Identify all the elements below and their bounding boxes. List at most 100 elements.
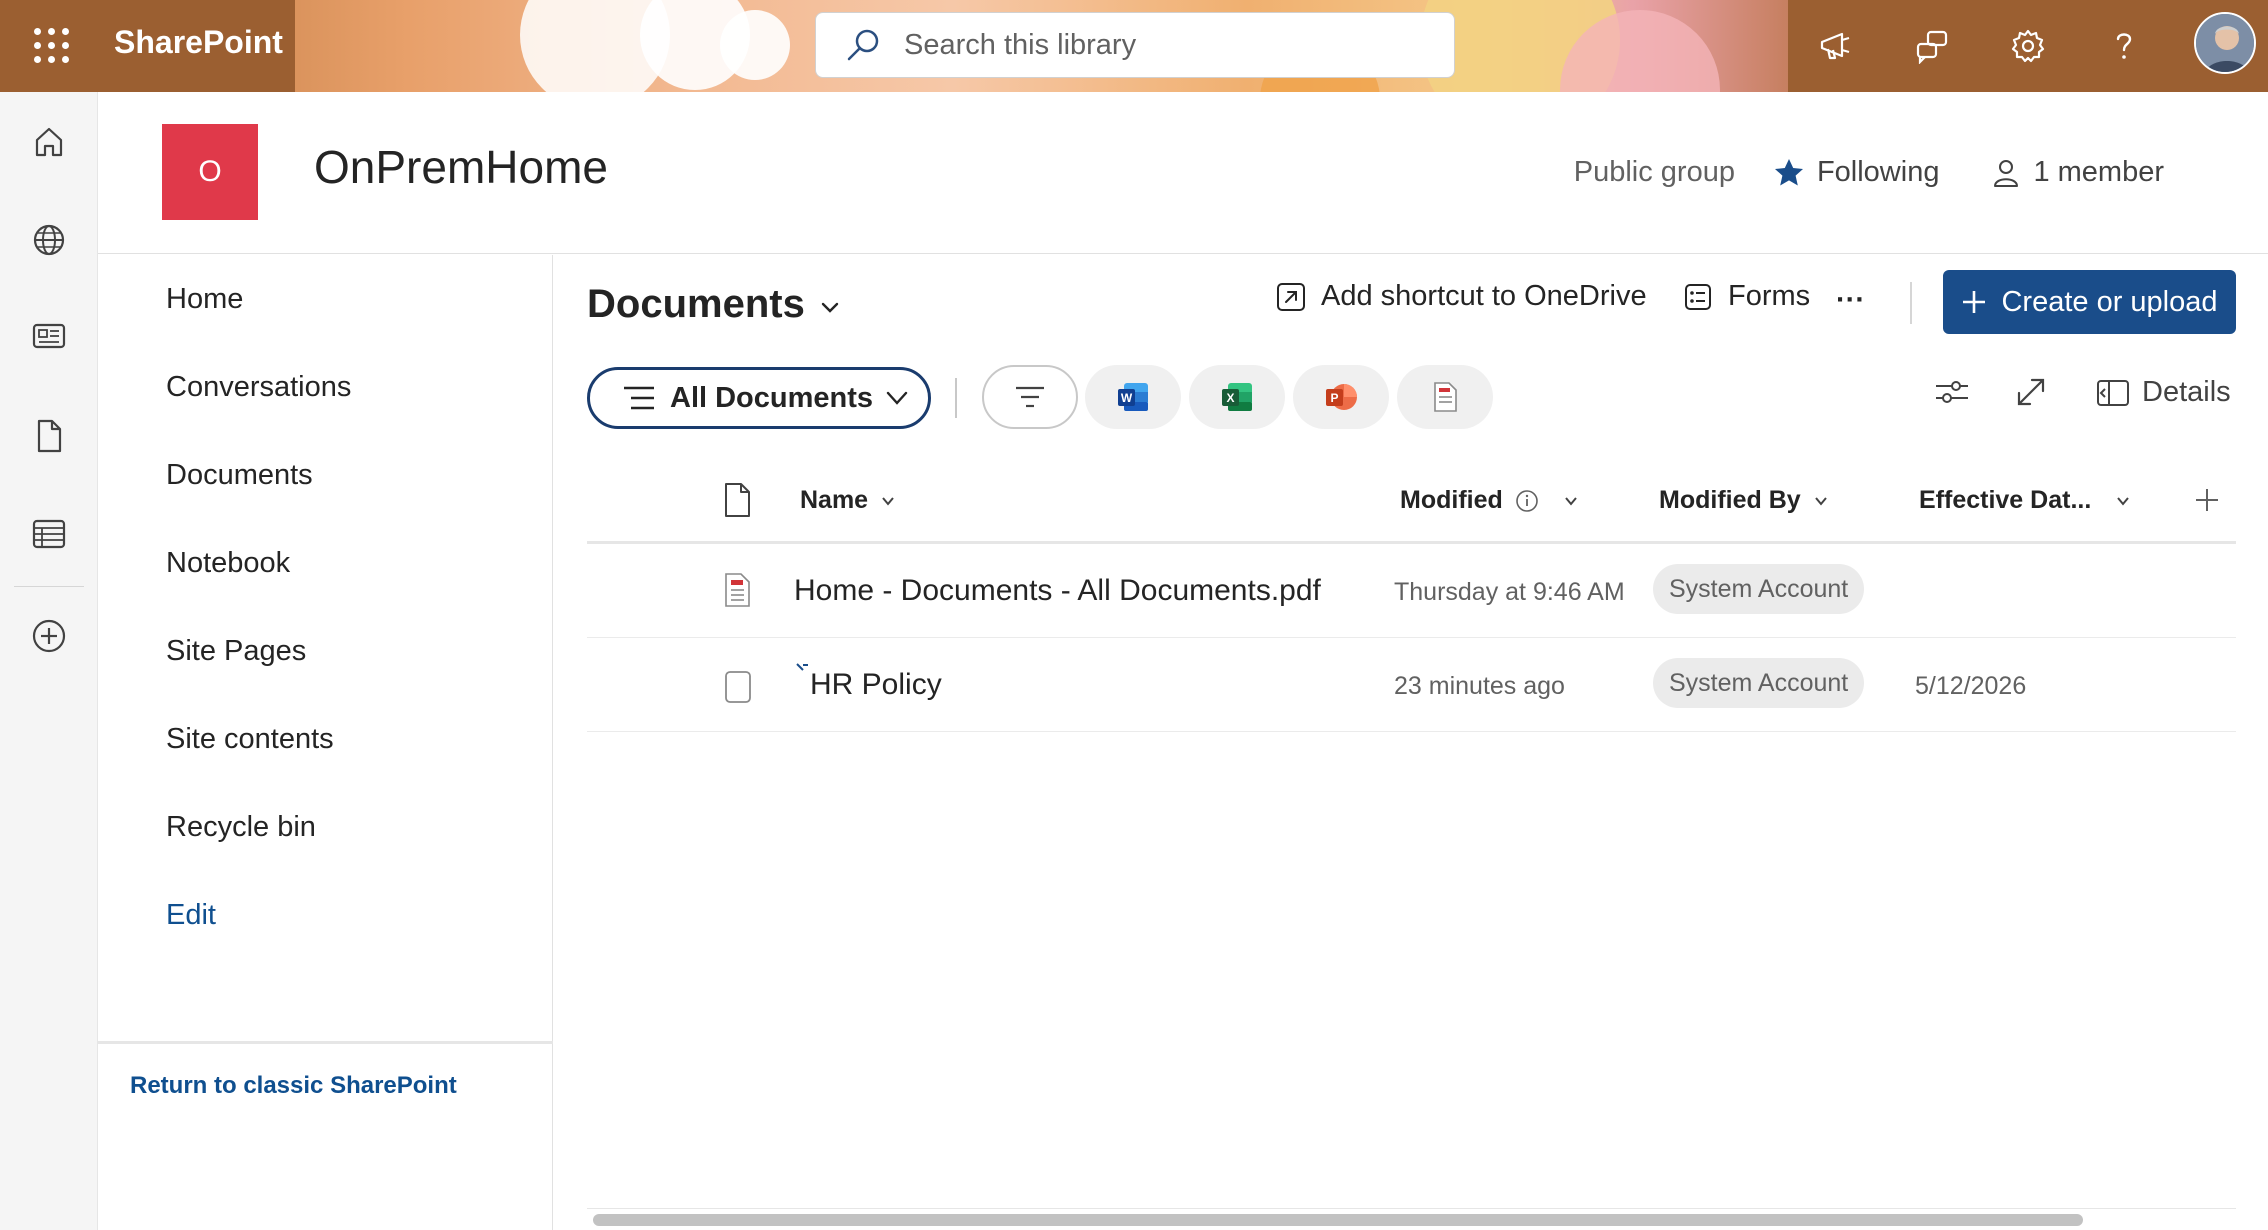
view-options-button[interactable] (1934, 376, 1982, 408)
help-icon[interactable] (2100, 22, 2148, 70)
list-icon[interactable] (27, 512, 71, 556)
details-label: Details (2142, 376, 2231, 408)
search-input[interactable] (904, 28, 1424, 62)
word-filter-chip[interactable]: W (1085, 365, 1181, 429)
excel-filter-chip[interactable]: X (1189, 365, 1285, 429)
follow-button[interactable]: Following (1773, 156, 1940, 189)
effective-date-value: 5/12/2026 (1915, 672, 2027, 700)
column-header-modified[interactable]: Modified (1400, 486, 1579, 515)
chevron-down-icon (882, 496, 894, 506)
view-selector[interactable]: All Documents (587, 367, 931, 429)
file-name-link[interactable]: HR Policy (810, 668, 942, 702)
filter-chip[interactable] (982, 365, 1078, 429)
forms-button[interactable]: Forms (1682, 280, 1810, 313)
list-header: Name Modified Modified By Effective Dat.… (587, 466, 2236, 544)
nav-item-site-contents[interactable]: Site contents (166, 723, 334, 756)
follow-label: Following (1816, 156, 1940, 188)
home-icon[interactable] (27, 120, 71, 164)
star-icon (1774, 158, 1803, 185)
plus-icon (1963, 291, 1986, 313)
nav-item-documents[interactable]: Documents (166, 459, 313, 492)
app-launcher-icon[interactable] (32, 26, 72, 66)
chevron-down-icon (1814, 496, 1827, 506)
site-header: O OnPremHome Public group Following 1 me… (98, 92, 2268, 254)
modified-value: Thursday at 9:46 AM (1394, 578, 1625, 606)
file-name-link[interactable]: Home - Documents - All Documents.pdf (794, 574, 1321, 608)
pdf-icon (1434, 382, 1457, 412)
column-modified-by-label: Modified By (1659, 486, 1801, 514)
gear-icon[interactable] (2004, 22, 2052, 70)
nav-item-home[interactable]: Home (166, 283, 243, 316)
table-row[interactable]: Home - Documents - All Documents.pdf Thu… (587, 544, 2236, 638)
view-label: All Documents (670, 381, 874, 414)
add-circle-icon[interactable] (27, 614, 71, 658)
command-divider (1910, 282, 1912, 324)
shortcut-icon (1277, 282, 1305, 311)
forms-icon (1685, 283, 1711, 310)
library-title[interactable]: Documents (587, 282, 841, 327)
excel-icon: X (1222, 383, 1252, 411)
views-divider (955, 378, 957, 418)
more-options-button[interactable]: ··· (1836, 284, 1865, 317)
chevron-down-icon (821, 302, 839, 313)
create-upload-button[interactable]: Create or upload (1943, 270, 2236, 334)
word-icon: W (1118, 383, 1148, 411)
feedback-icon[interactable] (1908, 22, 1956, 70)
nav-item-recycle-bin[interactable]: Recycle bin (166, 811, 316, 844)
globe-icon[interactable] (27, 218, 71, 262)
chevron-down-icon (1564, 496, 1577, 506)
pdf-filter-chip[interactable] (1397, 365, 1493, 429)
suite-bar: SharePoint (0, 0, 2268, 92)
powerpoint-filter-chip[interactable]: P (1293, 365, 1389, 429)
news-icon[interactable] (27, 314, 71, 358)
app-name[interactable]: SharePoint (114, 24, 283, 61)
horizontal-scrollbar[interactable] (593, 1214, 2083, 1226)
new-item-indicator-icon (795, 662, 809, 676)
nav-item-conversations[interactable]: Conversations (166, 371, 351, 404)
filter-icon (1016, 386, 1044, 408)
avatar[interactable] (2194, 12, 2256, 74)
chevron-down-icon (886, 391, 908, 405)
sliders-icon (1936, 381, 1968, 403)
expand-button[interactable] (2015, 376, 2059, 408)
column-header-modified-by[interactable]: Modified By (1659, 486, 1829, 515)
details-pane-icon (2097, 379, 2129, 406)
blank-file-icon (722, 666, 752, 704)
pdf-file-icon (722, 572, 752, 608)
file-type-header-icon[interactable] (722, 482, 752, 518)
nav-footer: Return to classic SharePoint (98, 1041, 553, 1230)
column-header-effective-date[interactable]: Effective Dat... (1919, 486, 2131, 515)
file-icon[interactable] (27, 414, 71, 458)
svg-text:W: W (1121, 391, 1133, 405)
app-rail (0, 92, 98, 1230)
search-box[interactable] (815, 12, 1455, 78)
table-row[interactable]: HR Policy 23 minutes ago System Account … (587, 638, 2236, 732)
site-title[interactable]: OnPremHome (314, 140, 608, 194)
search-icon (846, 28, 880, 62)
scroll-track (587, 1208, 2236, 1209)
modified-by-persona[interactable]: System Account (1653, 658, 1865, 708)
add-shortcut-button[interactable]: Add shortcut to OneDrive (1275, 280, 1647, 313)
members-button[interactable]: 1 member (1991, 156, 2164, 189)
info-icon (1515, 489, 1538, 512)
details-button[interactable]: Details (2096, 376, 2231, 409)
forms-label: Forms (1728, 280, 1811, 312)
expand-icon (2017, 378, 2045, 406)
svg-text:P: P (1330, 391, 1338, 405)
modified-by-persona[interactable]: System Account (1653, 564, 1865, 614)
nav-edit-link[interactable]: Edit (166, 899, 216, 932)
members-label: 1 member (2033, 156, 2164, 188)
modified-value: 23 minutes ago (1394, 672, 1565, 700)
column-modified-label: Modified (1400, 486, 1503, 514)
add-column-icon[interactable] (2193, 486, 2221, 514)
classic-sharepoint-link[interactable]: Return to classic SharePoint (130, 1072, 457, 1100)
site-logo[interactable]: O (162, 124, 258, 220)
left-nav: Home Conversations Documents Notebook Si… (98, 255, 553, 1230)
column-header-name[interactable]: Name (800, 486, 896, 515)
nav-item-site-pages[interactable]: Site Pages (166, 635, 306, 668)
megaphone-icon[interactable] (1812, 22, 1860, 70)
privacy-label: Public group (1573, 156, 1735, 188)
nav-item-notebook[interactable]: Notebook (166, 547, 290, 580)
site-meta: Public group Following 1 member (1574, 156, 2164, 189)
add-shortcut-label: Add shortcut to OneDrive (1321, 280, 1647, 312)
